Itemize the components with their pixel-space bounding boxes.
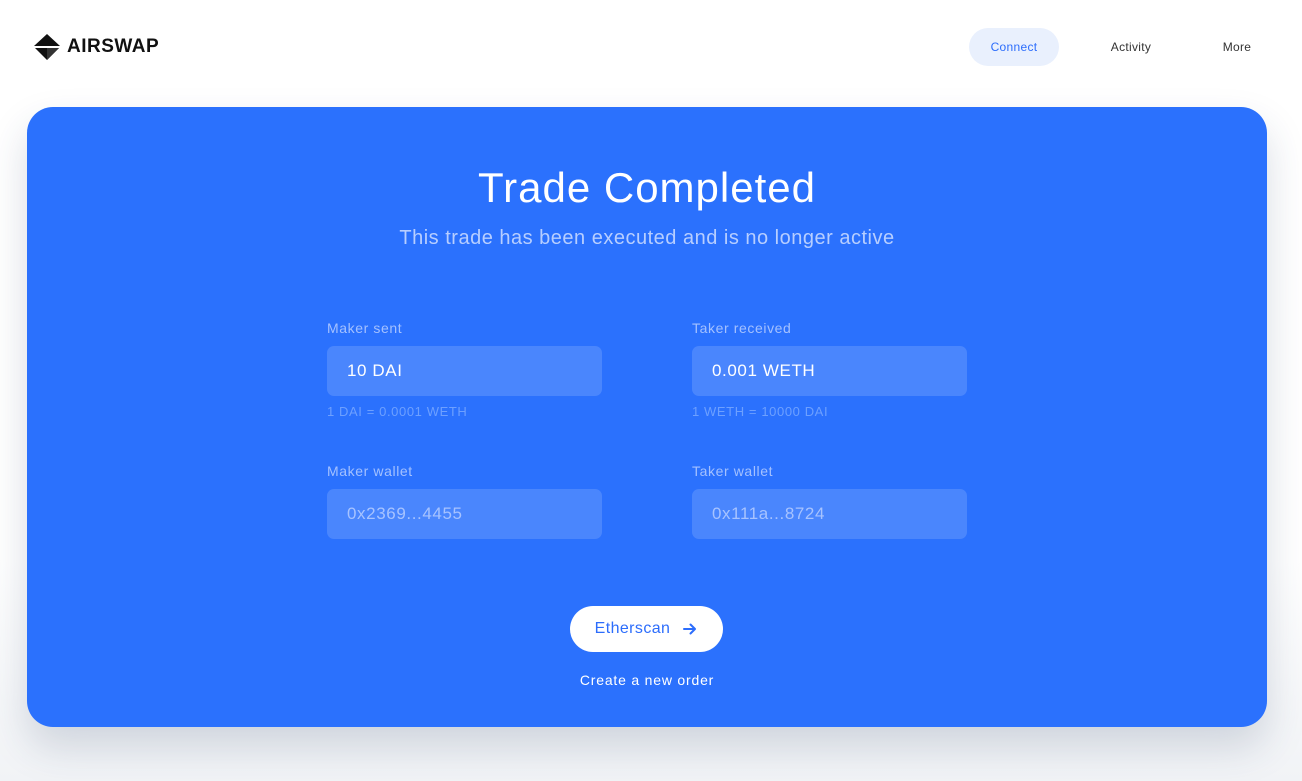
taker-received-label: Taker received bbox=[692, 320, 792, 336]
nav-more[interactable]: More bbox=[1212, 28, 1262, 66]
maker-wallet-field[interactable]: 0x2369...4455 bbox=[327, 489, 602, 539]
logo-text: AIRSWAP bbox=[67, 36, 160, 57]
taker-wallet-label: Taker wallet bbox=[692, 463, 774, 479]
maker-sent-label: Maker sent bbox=[327, 320, 403, 336]
create-new-order-link[interactable]: Create a new order bbox=[27, 672, 1267, 688]
taker-rate: 1 WETH = 10000 DAI bbox=[692, 404, 829, 419]
maker-wallet-value: 0x2369...4455 bbox=[347, 504, 463, 523]
airswap-logo-icon bbox=[34, 34, 60, 60]
maker-sent-field: 10 DAI bbox=[327, 346, 602, 396]
trade-card: Trade Completed This trade has been exec… bbox=[27, 107, 1267, 727]
etherscan-label: Etherscan bbox=[594, 620, 671, 637]
etherscan-button[interactable]: Etherscan bbox=[570, 606, 723, 652]
taker-received-field: 0.001 WETH bbox=[692, 346, 967, 396]
nav-activity[interactable]: Activity bbox=[1098, 28, 1164, 66]
maker-wallet-label: Maker wallet bbox=[327, 463, 413, 479]
taker-wallet-field[interactable]: 0x111a...8724 bbox=[692, 489, 967, 539]
page-subtitle: This trade has been executed and is no l… bbox=[399, 227, 895, 249]
airswap-logo[interactable]: AIRSWAP bbox=[33, 33, 159, 61]
taker-wallet-value: 0x111a...8724 bbox=[712, 504, 826, 523]
taker-received-value: 0.001 WETH bbox=[712, 361, 816, 380]
maker-rate: 1 DAI = 0.0001 WETH bbox=[327, 404, 468, 419]
maker-sent-value: 10 DAI bbox=[347, 361, 403, 380]
connect-button[interactable]: Connect bbox=[969, 28, 1059, 66]
page-title: Trade Completed bbox=[478, 164, 816, 211]
arrow-right-icon bbox=[683, 623, 697, 635]
